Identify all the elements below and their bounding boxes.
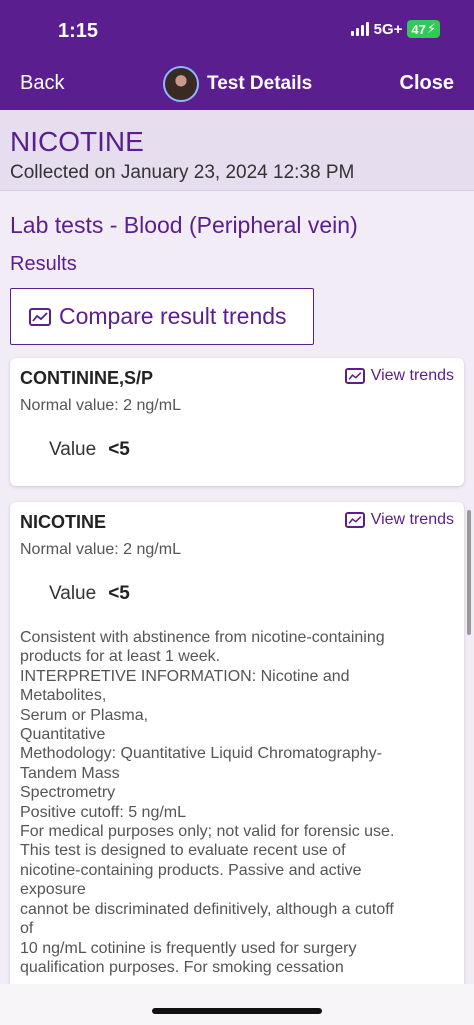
status-indicators: 5G+ 47 ⚡ <box>350 20 440 38</box>
normal-value: Normal value: 2 ng/mL <box>20 397 181 414</box>
result-value: <5 <box>108 583 130 604</box>
results-heading: Results <box>10 253 77 275</box>
charging-bolt-icon: ⚡ <box>426 21 436 36</box>
bottom-safe-area <box>0 984 474 1025</box>
result-card-continine: CONTININE,S/P View trends Normal value: … <box>10 358 464 486</box>
network-label: 5G+ <box>373 20 403 38</box>
collected-date: Collected on January 23, 2024 12:38 PM <box>10 162 355 183</box>
value-label: Value <box>49 583 97 604</box>
status-bar: 1:15 5G+ 47 ⚡ <box>0 0 474 62</box>
nav-bar: Back Test Details Close <box>0 62 474 110</box>
view-trends-button[interactable]: View trends <box>344 511 454 529</box>
result-name: NICOTINE <box>20 512 107 532</box>
value-row: Value <5 <box>49 583 130 605</box>
test-header: NICOTINE Collected on January 23, 2024 1… <box>0 110 474 191</box>
normal-value: Normal value: 2 ng/mL <box>20 541 181 558</box>
battery-icon: 47 ⚡ <box>407 20 440 38</box>
view-trends-label: View trends <box>370 367 454 384</box>
view-trends-button[interactable]: View trends <box>344 367 454 385</box>
status-time: 1:15 <box>58 20 99 42</box>
compare-result-trends-button[interactable]: Compare result trends <box>10 288 314 345</box>
interpretive-text: Consistent with abstinence from nicotine… <box>20 629 395 976</box>
back-button[interactable]: Back <box>20 72 64 95</box>
compare-button-label: Compare result trends <box>59 303 287 329</box>
trend-chart-icon <box>344 368 365 384</box>
home-indicator[interactable] <box>152 1008 322 1014</box>
trend-chart-icon <box>344 512 365 528</box>
battery-level: 47 <box>411 21 426 37</box>
result-value: <5 <box>108 439 130 460</box>
signal-icon <box>350 22 369 36</box>
avatar <box>163 66 199 102</box>
page-title: Test Details <box>207 73 313 94</box>
value-row: Value <5 <box>49 439 130 461</box>
nav-title-group: Test Details <box>163 66 312 102</box>
scrollbar[interactable] <box>467 510 471 635</box>
view-trends-label: View trends <box>370 511 454 528</box>
test-name: NICOTINE <box>10 126 144 157</box>
close-button[interactable]: Close <box>400 72 454 95</box>
value-label: Value <box>49 439 97 460</box>
trend-chart-icon <box>29 307 51 326</box>
result-card-nicotine: NICOTINE View trends Normal value: 2 ng/… <box>10 502 464 992</box>
result-name: CONTININE,S/P <box>20 368 154 388</box>
lab-test-title: Lab tests - Blood (Peripheral vein) <box>10 212 358 238</box>
